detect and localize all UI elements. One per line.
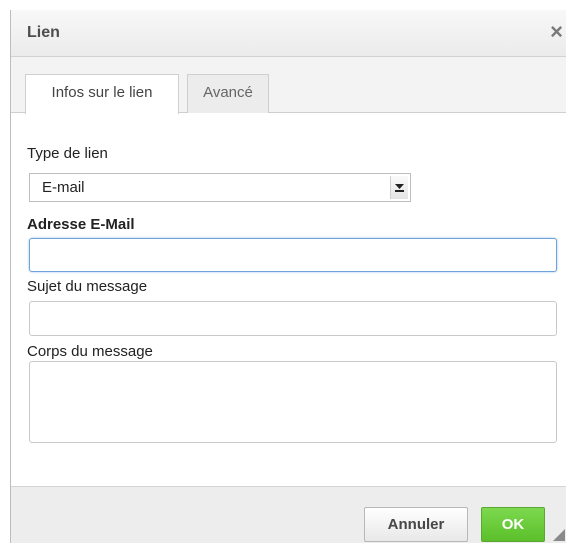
dialog-title: Lien (27, 24, 60, 41)
chevron-down-icon (395, 184, 404, 192)
dialog-footer: Annuler OK (11, 486, 566, 543)
body-textarea[interactable] (29, 361, 557, 443)
email-label: Adresse E-Mail (27, 216, 135, 233)
tab-advanced[interactable]: Avancé (187, 74, 269, 113)
subject-label: Sujet du message (27, 278, 148, 295)
close-icon[interactable]: × (550, 21, 563, 43)
cancel-button[interactable]: Annuler (364, 507, 468, 542)
email-field[interactable] (29, 238, 557, 272)
ok-button[interactable]: OK (481, 507, 545, 542)
dropdown-arrow-button[interactable] (390, 176, 408, 199)
dialog-titlebar[interactable]: Lien × (11, 10, 566, 57)
link-type-select[interactable]: E-mail (29, 173, 411, 202)
resize-grip-icon[interactable] (553, 529, 565, 541)
link-type-label: Type de lien (27, 145, 108, 162)
link-type-value: E-mail (42, 179, 85, 196)
body-label: Corps du message (27, 343, 153, 360)
subject-field[interactable] (29, 301, 557, 336)
link-dialog: Lien × Infos sur le lien Avancé Type de … (10, 10, 566, 543)
tab-bar: Infos sur le lien Avancé (11, 57, 566, 114)
tab-link-info[interactable]: Infos sur le lien (25, 74, 179, 114)
